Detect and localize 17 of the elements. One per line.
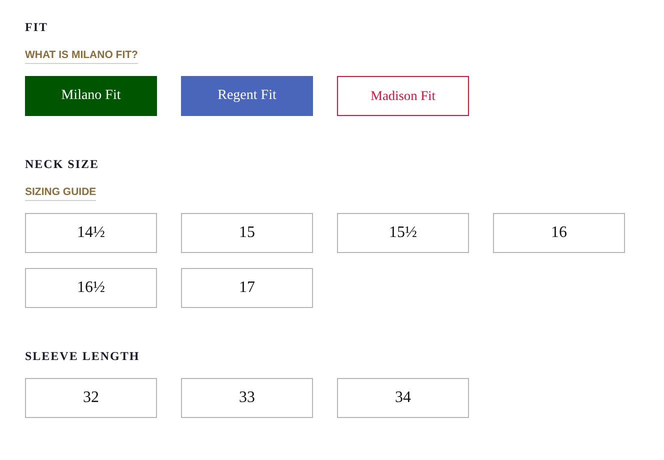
size-option[interactable]: 16½ [25,268,157,308]
section-heading: SLEEVE LENGTH [25,348,140,364]
section-heading: FIT [25,19,48,35]
fit-option[interactable]: Madison Fit [337,76,469,116]
section-heading: NECK SIZE [25,156,100,172]
size-option[interactable]: 34 [337,378,469,418]
fit-option[interactable]: Milano Fit [25,76,157,116]
size-option[interactable]: 14½ [25,213,157,253]
size-option[interactable]: 33 [181,378,313,418]
fit-option[interactable]: Regent Fit [181,76,313,116]
size-option[interactable]: 17 [181,268,313,308]
size-option[interactable]: 15½ [337,213,469,253]
guide-link[interactable]: SIZING GUIDE [25,186,96,201]
size-option[interactable]: 16 [493,213,625,253]
size-option[interactable]: 32 [25,378,157,418]
size-option[interactable]: 15 [181,213,313,253]
guide-link[interactable]: WHAT IS MILANO FIT? [25,49,138,64]
